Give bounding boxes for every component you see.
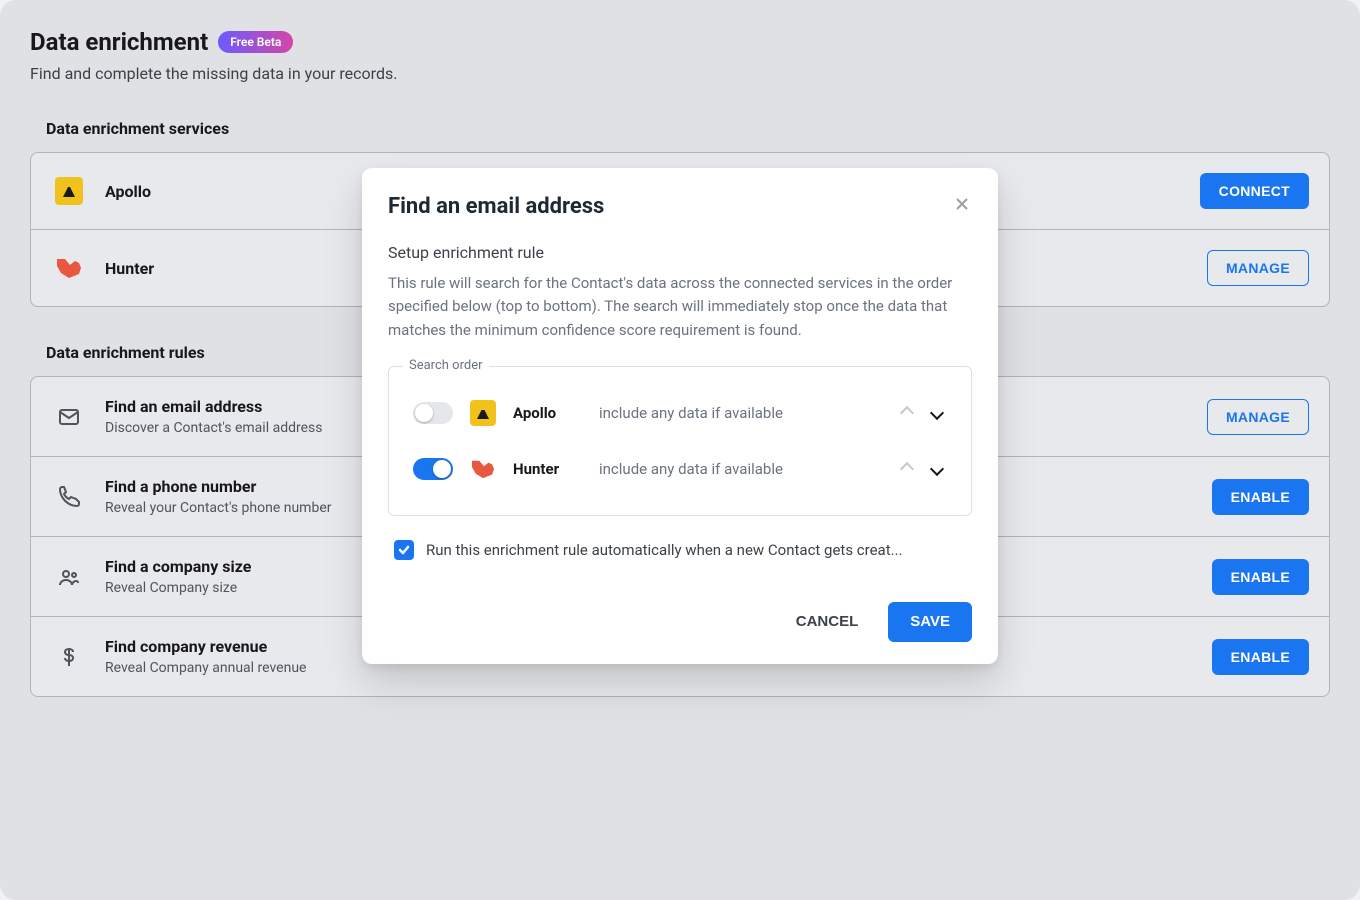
order-row-apollo: Apollo include any data if available bbox=[407, 385, 953, 441]
service-toggle[interactable] bbox=[413, 402, 453, 424]
cancel-button[interactable]: CANCEL bbox=[784, 602, 871, 642]
service-toggle[interactable] bbox=[413, 458, 453, 480]
modal-overlay: Find an email address Setup enrichment r… bbox=[0, 0, 1360, 900]
save-button[interactable]: SAVE bbox=[888, 602, 972, 642]
modal-title: Find an email address bbox=[388, 194, 972, 219]
hunter-icon bbox=[469, 455, 497, 483]
order-row-hunter: Hunter include any data if available bbox=[407, 441, 953, 497]
auto-run-checkbox[interactable] bbox=[394, 540, 414, 560]
service-name: Hunter bbox=[513, 460, 583, 478]
enrichment-rule-modal: Find an email address Setup enrichment r… bbox=[362, 168, 998, 664]
move-down-button[interactable] bbox=[927, 403, 947, 423]
service-note: include any data if available bbox=[599, 460, 881, 478]
move-up-button[interactable] bbox=[897, 459, 917, 479]
service-note: include any data if available bbox=[599, 404, 881, 422]
apollo-icon bbox=[469, 399, 497, 427]
auto-run-row: Run this enrichment rule automatically w… bbox=[388, 540, 972, 560]
modal-description: This rule will search for the Contact's … bbox=[388, 272, 972, 342]
service-name: Apollo bbox=[513, 404, 583, 422]
modal-section-label: Setup enrichment rule bbox=[388, 243, 972, 262]
move-down-button[interactable] bbox=[927, 459, 947, 479]
search-order-fieldset: Search order Apollo include any data if … bbox=[388, 366, 972, 516]
fieldset-legend: Search order bbox=[403, 358, 489, 373]
close-icon[interactable] bbox=[948, 190, 976, 218]
auto-run-label: Run this enrichment rule automatically w… bbox=[426, 541, 902, 559]
move-up-button[interactable] bbox=[897, 403, 917, 423]
